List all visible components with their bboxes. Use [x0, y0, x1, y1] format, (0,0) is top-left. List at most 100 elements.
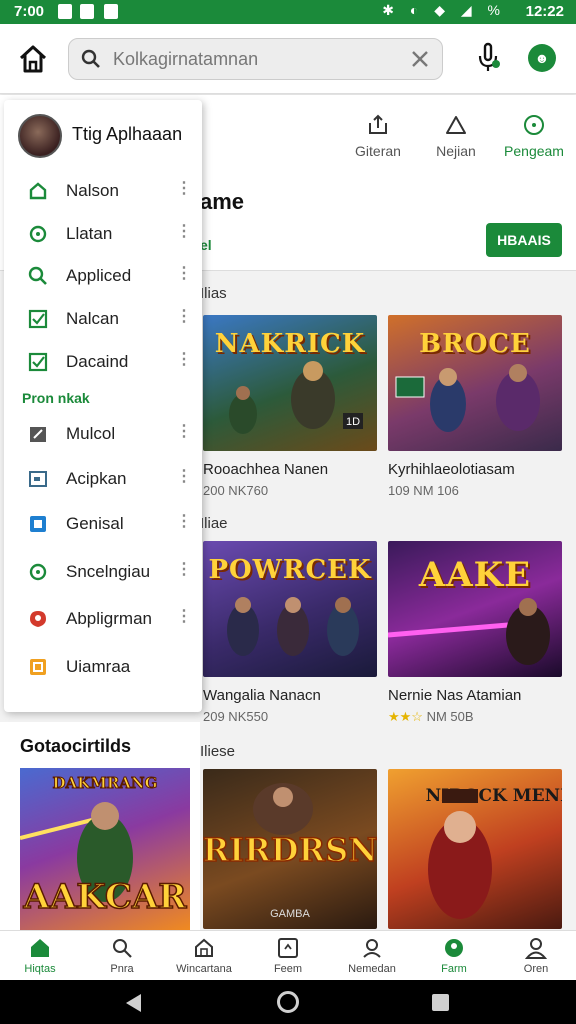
drawer-item-dacaind[interactable]: Dacaind ⋮: [4, 343, 202, 383]
drawer-item-abpligrman[interactable]: Abpligrman ⋮: [4, 600, 202, 640]
section-label: Ilias: [200, 285, 227, 302]
search-input[interactable]: [113, 45, 393, 73]
more-icon[interactable]: ⋮: [176, 511, 192, 531]
bottom-navigation: Hiqtas Pnra Wincartana Feem Nemedan Farm…: [0, 930, 576, 980]
drawer-item-nalson[interactable]: Nalson ⋮: [4, 172, 202, 212]
more-icon[interactable]: ⋮: [176, 559, 192, 579]
recents-icon[interactable]: [432, 994, 449, 1011]
nav-item-farm[interactable]: Farm: [422, 937, 486, 975]
top-app-bar: ☻: [0, 24, 576, 94]
game-card[interactable]: NAKRICK 1D Rooachhea Nanen 200 NK760: [203, 315, 377, 498]
badge-text: 1D: [346, 416, 360, 428]
nav-item-pnra[interactable]: Pnra: [90, 937, 154, 975]
square-icon: [30, 659, 46, 675]
game-card[interactable]: DAKMRANG AAKCAR: [20, 768, 190, 930]
game-card[interactable]: NIBOCK MENION: [388, 769, 562, 929]
drawer-item-label: Genisal: [66, 514, 124, 533]
game-title: Kyrhihlaeolotiasam: [388, 461, 515, 478]
back-icon[interactable]: [126, 994, 141, 1012]
more-icon[interactable]: ⋮: [176, 606, 192, 626]
nav-item-label: Nemedan: [348, 963, 396, 975]
drawer-item-genisal[interactable]: Genisal ⋮: [4, 505, 202, 545]
share-icon: [369, 114, 387, 134]
drawer-item-acipkan[interactable]: Acipkan ⋮: [4, 460, 202, 500]
shield-icon: [30, 611, 46, 627]
game-thumbnail: POWRCEK: [203, 541, 377, 677]
thumbnail-subtitle: DAKMRANG: [53, 774, 158, 792]
left-lower-section: Gotaocirtilds DAKMRANG AAKCAR: [0, 722, 200, 932]
drawer-item-nalcan[interactable]: Nalcan ⋮: [4, 300, 202, 340]
nav-item-feem[interactable]: Feem: [256, 937, 320, 975]
more-icon[interactable]: ⋮: [176, 421, 192, 441]
character-art: [388, 598, 550, 665]
mic-icon: [478, 42, 500, 71]
drawer-item-label: Uiamraa: [66, 657, 131, 676]
section-title: Gotaocirtilds: [20, 736, 132, 756]
game-meta: 109 NM 106: [388, 483, 459, 498]
tab-nejian[interactable]: Nejian: [416, 113, 496, 159]
thumbnail-title: NAKRICK: [214, 329, 366, 359]
game-card[interactable]: RIRDRSN GAMBA: [203, 769, 377, 929]
home-button[interactable]: [16, 44, 50, 74]
nav-item-hiqtas[interactable]: Hiqtas: [8, 937, 72, 975]
thumbnail-title: AAKE: [418, 555, 532, 595]
drawer-item-label: Llatan: [66, 224, 113, 243]
home-icon: [19, 45, 47, 73]
game-title: Wangalia Nanacn: [203, 687, 321, 704]
game-card[interactable]: BROCE Kyrhihlaeolotiasam 109 NM 106: [388, 315, 562, 498]
more-icon[interactable]: ⋮: [176, 263, 192, 283]
tab-giteran[interactable]: Giteran: [338, 113, 418, 159]
close-icon[interactable]: [408, 47, 432, 71]
notification-icon: [58, 4, 72, 19]
account-icon: [525, 938, 547, 959]
tab-label: Nejian: [436, 143, 476, 159]
game-card[interactable]: POWRCEK Wangalia Nanacn 209 NK550: [203, 541, 377, 724]
game-card[interactable]: AAKE Nernie Nas Atamian ★★☆ NM 50B: [388, 541, 562, 725]
checkbox-icon: [28, 352, 48, 372]
drawer-item-sncelngiau[interactable]: Sncelngiau ⋮: [4, 553, 202, 593]
mic-button[interactable]: [474, 40, 502, 74]
thumbnail-title: AAKCAR: [22, 877, 187, 917]
more-icon[interactable]: ⋮: [176, 349, 192, 369]
tab-pengeam[interactable]: Pengeam: [494, 113, 574, 159]
game-meta-text: NM 50B: [426, 709, 474, 724]
tab-label: Pengeam: [504, 143, 564, 159]
character-art: 1D: [229, 361, 363, 434]
notification-icon: [104, 4, 118, 19]
nav-item-nemedan[interactable]: Nemedan: [340, 937, 404, 975]
profile-avatar[interactable]: ☻: [528, 44, 556, 72]
more-icon[interactable]: ⋮: [176, 306, 192, 326]
drawer-profile[interactable]: Ttig Aplhaaan: [18, 114, 198, 158]
game-thumbnail: NIBOCK MENION: [388, 769, 562, 929]
character-art: RIRDRSN GAMBA: [203, 783, 377, 920]
game-thumbnail: RIRDRSN GAMBA: [203, 769, 377, 929]
window-icon: [29, 471, 47, 487]
nav-item-wincartana[interactable]: Wincartana: [172, 937, 236, 975]
more-icon[interactable]: ⋮: [176, 221, 192, 241]
notification-icon: [80, 4, 94, 19]
game-thumbnail: NAKRICK 1D: [203, 315, 377, 451]
more-icon[interactable]: ⋮: [176, 466, 192, 486]
edit-icon: [30, 427, 46, 442]
home-circle-icon[interactable]: [277, 991, 299, 1013]
drawer-item-label: Mulcol: [66, 424, 116, 443]
nav-item-oren[interactable]: Oren: [504, 937, 568, 975]
character-art: [395, 364, 540, 432]
drawer-item-llatan[interactable]: Llatan ⋮: [4, 215, 202, 255]
search-bar[interactable]: [68, 38, 443, 80]
home-icon: [31, 939, 49, 957]
nav-item-label: Feem: [273, 963, 303, 975]
character-art: [227, 597, 359, 656]
header-action-button[interactable]: HBAAIS: [486, 223, 562, 257]
drawer-item-mulcol[interactable]: Mulcol ⋮: [4, 415, 202, 455]
more-icon[interactable]: ⋮: [176, 178, 192, 198]
profile-name: Ttig Aplhaaan: [72, 124, 183, 144]
nav-item-label: Farm: [441, 963, 467, 975]
drawer-item-appliced[interactable]: Appliced ⋮: [4, 257, 202, 297]
character-art: DAKMRANG AAKCAR: [20, 774, 188, 918]
search-icon: [81, 49, 100, 68]
drawer-item-uiamraa[interactable]: Uiamraa: [4, 648, 202, 688]
game-meta: ★★☆ NM 50B: [388, 709, 562, 725]
thumbnail-caption: GAMBA: [270, 908, 310, 920]
search-icon: [28, 266, 47, 285]
